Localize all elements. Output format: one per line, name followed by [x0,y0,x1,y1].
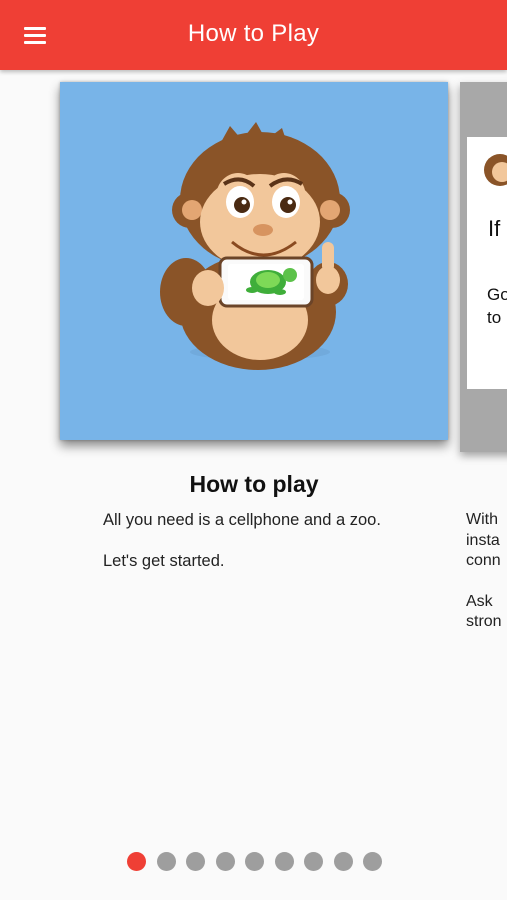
next-slide-card-line: to [487,308,502,327]
slide-paragraph: Ask stron [466,592,507,633]
page-dot[interactable] [304,852,323,871]
page-dot[interactable] [245,852,264,871]
paragraph-line: insta [466,531,500,549]
slide-title: How to play [189,471,319,497]
slide-image-card[interactable] [60,82,448,440]
paragraph-line: Ask [466,592,493,610]
slide-paragraph: All you need is a cellphone and a zoo. [103,511,381,529]
page-dot[interactable] [333,852,353,871]
slide-description: All you need is a cellphone and a zoo. L… [103,510,443,592]
monkey-illustration [160,122,350,370]
slide-paragraph: Let's get started. [103,552,225,570]
page-dot[interactable] [215,852,235,871]
slide-paragraph: With insta conn [466,510,507,572]
paragraph-line: conn [466,552,501,569]
page-dot[interactable] [156,852,176,871]
page-dot[interactable] [186,852,205,871]
next-slide-description: With insta conn Ask stron [466,510,507,653]
paragraph-line: With [466,511,498,528]
page-title: How to Play [187,20,320,47]
app-bar: How to Play [0,0,507,70]
page-dot[interactable] [363,852,382,871]
page-dot[interactable] [127,852,146,871]
next-slide-card-text: Go to [487,283,507,329]
monkey-avatar-icon [484,154,507,186]
page-indicator [0,852,507,872]
next-slide-card[interactable] [460,82,507,452]
next-slide-card-title: If [488,216,501,241]
paragraph-line: stron [466,613,502,630]
next-slide-card-line: Go [487,285,507,304]
page-dot[interactable] [274,852,294,871]
